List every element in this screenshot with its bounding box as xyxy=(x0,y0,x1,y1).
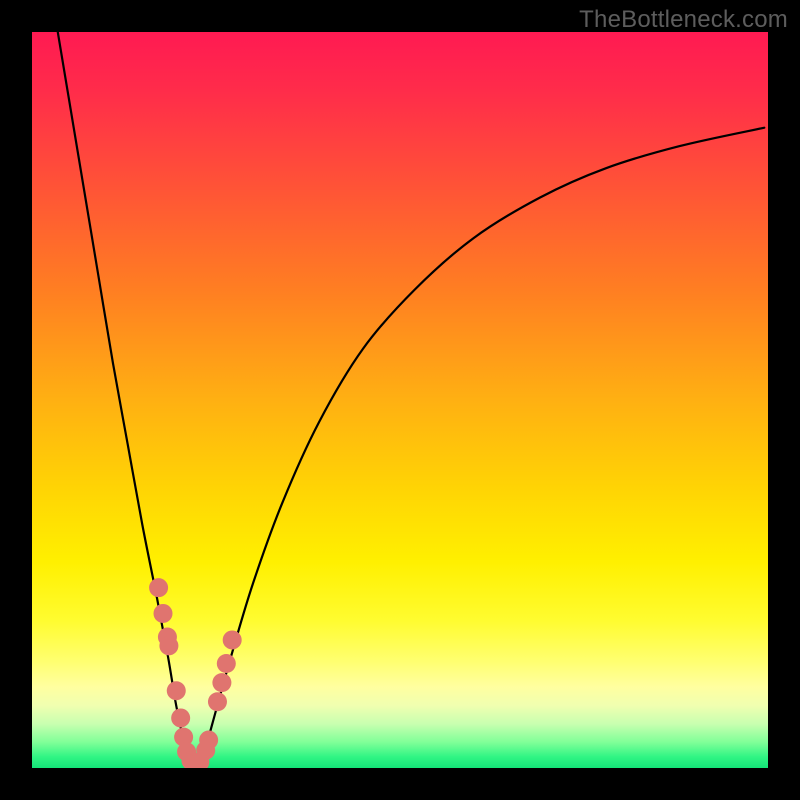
highlight-dot xyxy=(171,708,190,727)
watermark-text: TheBottleneck.com xyxy=(579,6,788,34)
highlight-dots xyxy=(32,32,768,768)
highlight-dot xyxy=(223,630,242,649)
highlight-dot xyxy=(167,681,186,700)
highlight-dot xyxy=(208,692,227,711)
plot-area xyxy=(32,32,768,768)
highlight-dot xyxy=(212,673,231,692)
highlight-dot xyxy=(149,578,168,597)
highlight-dot xyxy=(217,654,236,673)
chart-frame: TheBottleneck.com xyxy=(0,0,800,800)
highlight-dot xyxy=(154,604,173,623)
highlight-dot xyxy=(159,636,178,655)
highlight-dot xyxy=(199,731,218,750)
